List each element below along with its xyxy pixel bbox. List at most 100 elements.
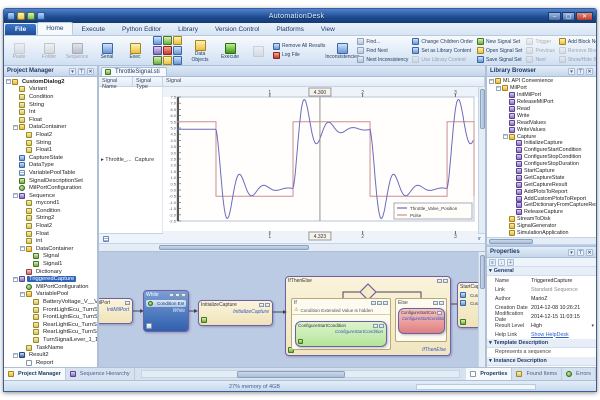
- block-menu-icon[interactable]: [125, 301, 130, 305]
- block-menu-icon[interactable]: [379, 324, 384, 328]
- remove-all-results-button[interactable]: Remove All Results: [273, 42, 325, 50]
- block-collapse-icon[interactable]: [373, 324, 378, 328]
- tree-item[interactable]: GetCaptureState: [487, 174, 596, 181]
- column-header-signal-name[interactable]: Signal Name: [99, 77, 133, 86]
- expander-icon[interactable]: −: [489, 79, 494, 84]
- add-block-note-button[interactable]: Add Block Note: [559, 38, 596, 46]
- tab-platforms[interactable]: Platforms: [268, 24, 311, 35]
- tree-item[interactable]: AddPlotsToReport: [487, 188, 596, 195]
- triangle-icon[interactable]: ▾: [489, 268, 492, 274]
- tree-item[interactable]: StreamToDisk: [487, 216, 596, 223]
- branch-collapse-icon[interactable]: [433, 301, 438, 305]
- filter-icon[interactable]: [103, 236, 109, 242]
- block-menu-icon[interactable]: [181, 293, 186, 297]
- tab-errors[interactable]: Errors: [562, 368, 596, 380]
- tree-item[interactable]: −DataContainer: [4, 245, 97, 253]
- tree-item[interactable]: −ML API Convenience: [487, 78, 596, 85]
- branch-menu-icon[interactable]: [439, 301, 444, 305]
- tree-item[interactable]: Float: [4, 116, 97, 124]
- tree-item[interactable]: Float1: [4, 146, 97, 154]
- pin-icon[interactable]: ⊤: [577, 249, 584, 256]
- tree-item[interactable]: SimulationApplication: [487, 230, 596, 237]
- while-block[interactable]: While Condition Enter While: [143, 290, 189, 332]
- expander-icon[interactable]: −: [13, 353, 18, 358]
- tree-item[interactable]: −DataContainer: [4, 124, 97, 132]
- tab-library[interactable]: Library: [170, 24, 206, 35]
- tree-item[interactable]: Read: [487, 106, 596, 113]
- redo-icon[interactable]: [37, 12, 45, 20]
- property-row[interactable]: Modification Date2014-12-15 11:03:15: [487, 312, 596, 321]
- configure-start-condition-else-block[interactable]: ConfigureStartCondition ConfigureStartCo…: [398, 308, 445, 334]
- tree-item[interactable]: ReadValues: [487, 119, 596, 126]
- tree-item[interactable]: FrontLightEcu_TurnSignalRight: [4, 313, 97, 321]
- palette-block-icon[interactable]: [163, 46, 172, 55]
- tree-item[interactable]: −Result2: [4, 351, 97, 359]
- expander-icon[interactable]: −: [13, 125, 18, 130]
- property-row[interactable]: Help LinkShow HelpDesk: [487, 330, 596, 339]
- block-menu-icon[interactable]: [265, 303, 270, 307]
- next-inconsistency-button[interactable]: Next Inconsistency: [357, 56, 408, 64]
- close-button[interactable]: ✕: [576, 12, 593, 21]
- tree-item[interactable]: Report: [4, 359, 97, 367]
- tree-item[interactable]: SignalGenerator: [487, 223, 596, 230]
- chevron-down-icon[interactable]: ▾: [69, 68, 76, 75]
- tab-sequence-hierarchy[interactable]: Sequence Hierarchy: [66, 368, 135, 380]
- expander-icon[interactable]: −: [6, 79, 11, 84]
- tree-item[interactable]: −VariablePool: [4, 291, 97, 299]
- block-note-icon[interactable]: [169, 293, 174, 297]
- tree-item[interactable]: Int: [4, 108, 97, 116]
- tree-item[interactable]: String2: [4, 215, 97, 223]
- tree-item[interactable]: String: [4, 139, 97, 147]
- exec-button[interactable]: Exec: [122, 41, 148, 61]
- maximize-button[interactable]: ▢: [562, 12, 575, 21]
- palette-block-icon[interactable]: [173, 36, 182, 45]
- else-branch-panel[interactable]: Else ConfigureStartCondition ConfigureSt…: [395, 298, 447, 342]
- expander-icon[interactable]: −: [13, 277, 18, 282]
- property-value[interactable]: Show HelpDesk: [531, 332, 596, 338]
- tree-item[interactable]: AddCustomPlotsToReport: [487, 195, 596, 202]
- tree-item[interactable]: Float2: [4, 222, 97, 230]
- tree-item[interactable]: −TriggeredCapture: [4, 275, 97, 283]
- block-menu-icon[interactable]: [443, 279, 448, 283]
- block-collapse-icon[interactable]: [437, 279, 442, 283]
- tree-item[interactable]: −CustomDialog2: [4, 78, 97, 86]
- tree-item[interactable]: RearLightEcu_TurnSignalRight: [4, 329, 97, 337]
- signal-editor-tab[interactable]: ThrottleSignal.sti: [101, 67, 167, 76]
- data-objects-button[interactable]: Data Objects: [187, 38, 213, 64]
- new-signal-set-button[interactable]: New Signal Set: [477, 38, 522, 46]
- branch-menu-icon[interactable]: [377, 301, 382, 305]
- property-row[interactable]: LinkStandard Sequence: [487, 285, 596, 294]
- chevron-down-icon[interactable]: ▾: [568, 68, 575, 75]
- execute-button[interactable]: Execute: [217, 41, 243, 61]
- serial-button[interactable]: Serial: [94, 41, 120, 61]
- tree-item[interactable]: Signal1: [4, 260, 97, 268]
- find--button[interactable]: Find...: [357, 38, 408, 46]
- tree-item[interactable]: ReleaseCapture: [487, 209, 596, 216]
- tab-python-editor[interactable]: Python Editor: [114, 24, 169, 35]
- tab-home[interactable]: Home: [37, 22, 72, 35]
- dropdown-arrow-icon[interactable]: ▾: [591, 323, 594, 329]
- tree-item[interactable]: GetDictionaryFromCaptureRes: [487, 202, 596, 209]
- tree-item[interactable]: Float: [4, 230, 97, 238]
- close-icon[interactable]: ✕: [87, 68, 94, 75]
- palette-block-icon[interactable]: [173, 56, 182, 65]
- tab-file[interactable]: File: [5, 24, 36, 35]
- triangle-icon[interactable]: ▾: [489, 358, 492, 364]
- initialize-capture-block[interactable]: InitializeCapture InitializeCapture: [198, 300, 273, 326]
- minimize-button[interactable]: –: [548, 12, 561, 21]
- triangle-icon[interactable]: ▾: [489, 340, 492, 346]
- tree-item[interactable]: Dictionary: [4, 268, 97, 276]
- branch-collapse-icon[interactable]: [371, 301, 376, 305]
- close-icon[interactable]: ✕: [586, 249, 593, 256]
- save-signal-set-button[interactable]: Save Signal Set: [477, 56, 522, 64]
- tree-item[interactable]: MilPortConfiguration: [4, 184, 97, 192]
- tab-version-control[interactable]: Version Control: [207, 24, 267, 35]
- property-row[interactable]: AuthorMarioZ: [487, 294, 596, 303]
- signal-row[interactable]: ▸ Throttle_... Capture: [99, 87, 163, 233]
- change-children-order-button[interactable]: Change Children Order: [412, 38, 473, 46]
- tree-item[interactable]: RearLightEcu_TurnSignalLeft: [4, 321, 97, 329]
- branch-close-icon[interactable]: [383, 301, 388, 305]
- diagram-horizontal-scrollbar[interactable]: [141, 370, 461, 378]
- block-menu-icon[interactable]: [437, 311, 442, 315]
- tree-item[interactable]: DataType: [4, 162, 97, 170]
